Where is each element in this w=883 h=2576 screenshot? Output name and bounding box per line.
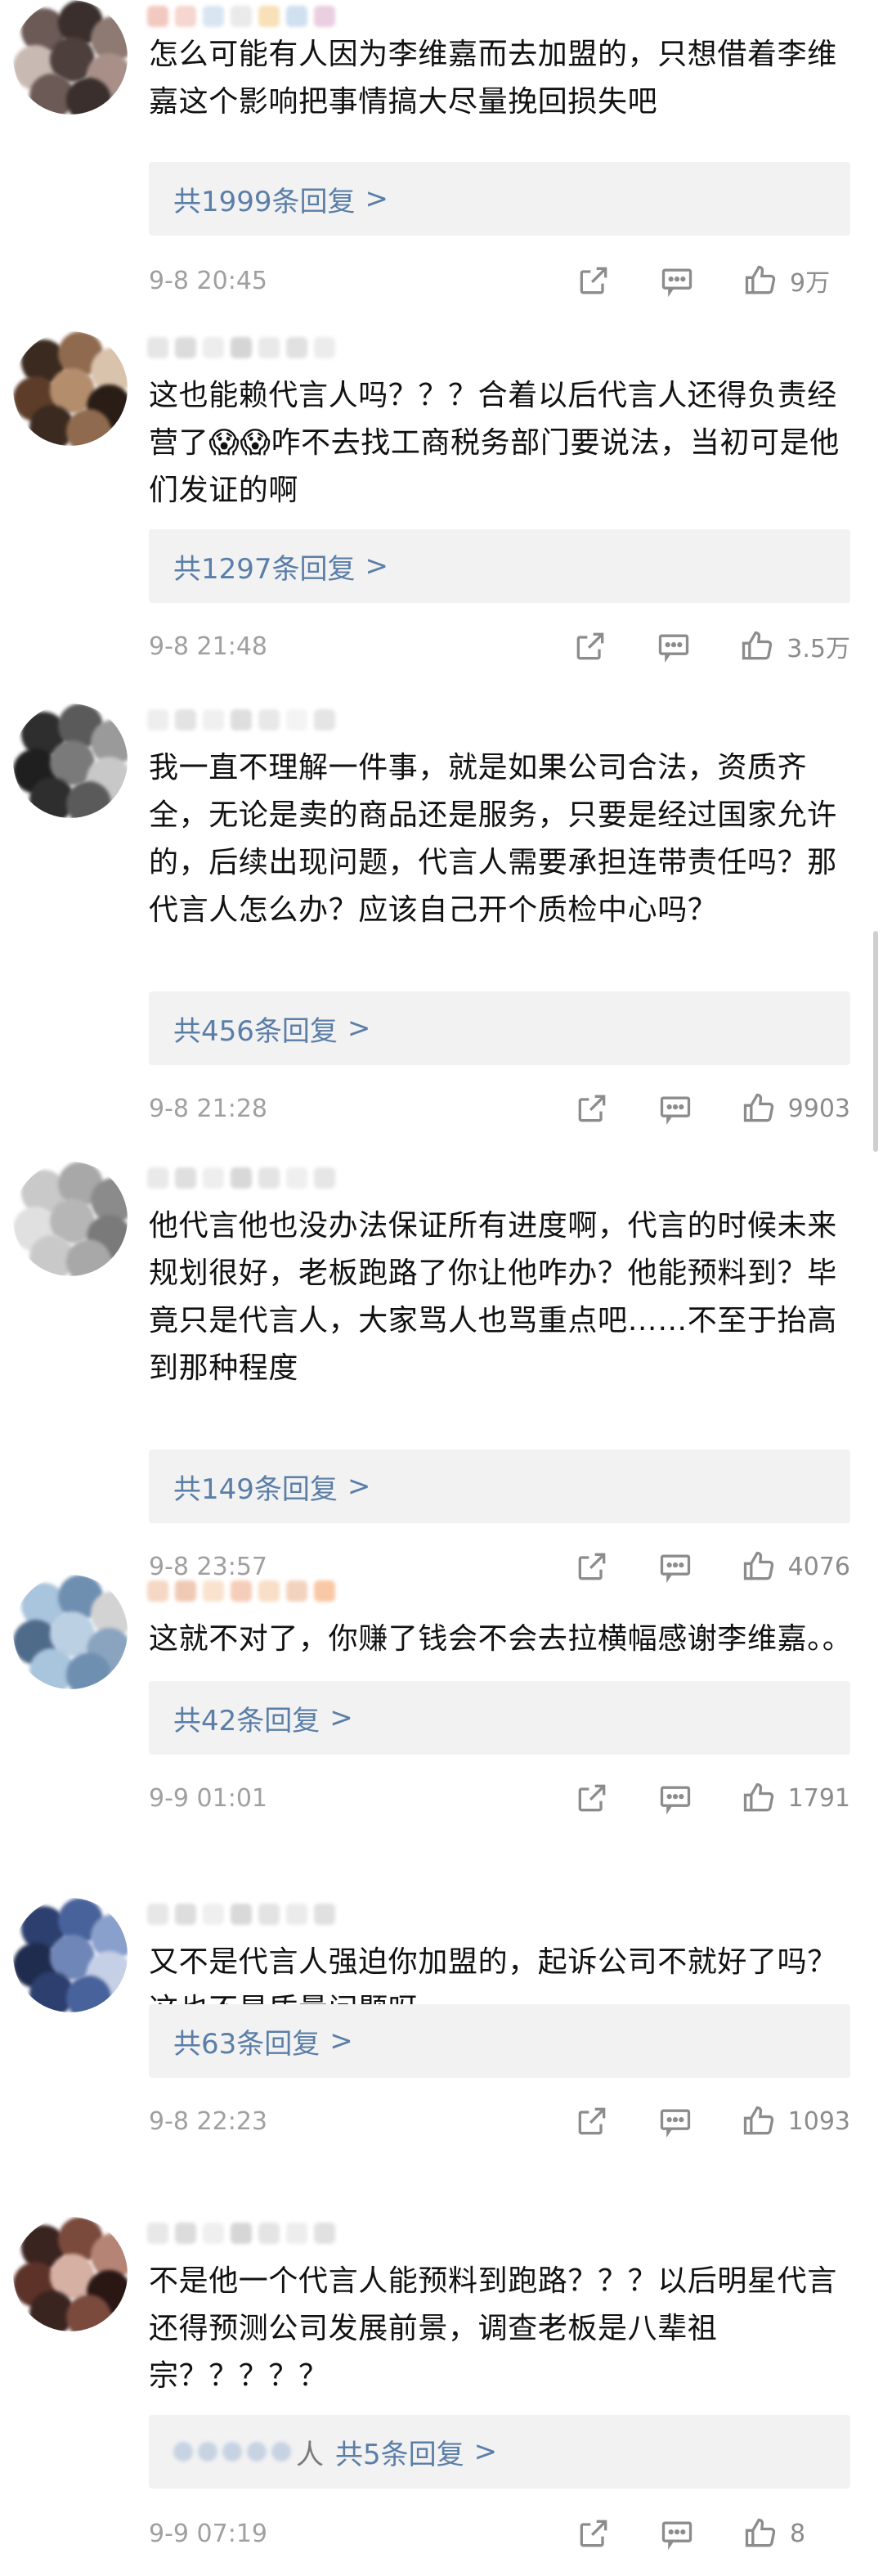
- avatar[interactable]: [13, 0, 128, 115]
- reply-count-label: 共1999条回复: [173, 185, 356, 218]
- comment-meta-row: 9-8 20:45 9万: [149, 260, 850, 301]
- username-blurred[interactable]: [147, 1575, 335, 1607]
- comment-icon[interactable]: [659, 2515, 695, 2551]
- comment-text: 不是他一个代言人能预料到跑路？？？以后明星代言还得预测公司发展前景，调查老板是八…: [149, 2264, 837, 2393]
- username-blurred[interactable]: [147, 704, 335, 736]
- username-blurred[interactable]: [147, 331, 335, 364]
- thumbs-up-icon[interactable]: [741, 1780, 777, 1816]
- view-replies-button[interactable]: 共63条回复 >: [149, 2004, 850, 2078]
- comment-icon[interactable]: [657, 1090, 693, 1126]
- comment-text: 这就不对了，你赚了钱会不会去拉横幅感谢李维嘉。。: [149, 1622, 853, 1656]
- comment-icon[interactable]: [657, 1780, 693, 1816]
- chevron-right-icon: >: [347, 1012, 371, 1045]
- avatar[interactable]: [13, 704, 128, 818]
- timestamp: 9-8 21:48: [149, 632, 267, 661]
- view-replies-button[interactable]: 共1297条回复 >: [149, 529, 850, 603]
- username-blurred[interactable]: [147, 2217, 335, 2250]
- comment-meta-row: 9-8 21:28 9903: [149, 1088, 850, 1129]
- comment-icon[interactable]: [657, 1549, 693, 1585]
- share-icon[interactable]: [574, 1549, 610, 1585]
- thumbs-up-icon[interactable]: [741, 2103, 777, 2139]
- thumbs-up-icon[interactable]: [742, 263, 778, 299]
- view-replies-button[interactable]: 共456条回复 >: [149, 991, 850, 1065]
- reply-count-label: 共1297条回复: [173, 552, 356, 586]
- thumbs-up-icon[interactable]: [741, 1090, 777, 1126]
- username-blurred[interactable]: [147, 1162, 335, 1194]
- view-replies-button[interactable]: 共149条回复 >: [149, 1450, 850, 1523]
- thumbs-up-icon[interactable]: [742, 2515, 778, 2551]
- username-blurred[interactable]: [147, 0, 335, 33]
- comment-text: 这也能赖代言人吗？？？合着以后代言人还得负责经营了😱😱咋不去找工商税务部门要说法…: [149, 379, 840, 507]
- reply-count-label: 共456条回复: [173, 1014, 338, 1048]
- share-icon[interactable]: [572, 628, 608, 664]
- chevron-right-icon: >: [365, 550, 389, 582]
- comment-meta-row: 9-9 07:19 8: [149, 2513, 850, 2554]
- like-count: 9万: [790, 269, 831, 298]
- avatar[interactable]: [13, 1898, 128, 2012]
- share-icon[interactable]: [576, 2515, 612, 2551]
- share-icon[interactable]: [574, 1780, 610, 1816]
- comment-icon[interactable]: [659, 263, 695, 299]
- username-blurred[interactable]: [147, 1898, 335, 1931]
- view-replies-button[interactable]: 共1999条回复 >: [149, 162, 850, 236]
- timestamp: 9-9 07:19: [149, 2519, 267, 2548]
- chevron-right-icon: >: [365, 182, 389, 215]
- chevron-right-icon: >: [329, 2025, 353, 2057]
- comment-meta-row: 9-9 01:01 1791: [149, 1778, 850, 1818]
- scrollbar[interactable]: [873, 931, 878, 1152]
- like-count: 1791: [787, 1783, 850, 1813]
- comment-text: 他代言他也没办法保证所有进度啊，代言的时候未来规划很好，老板跑路了你让他咋办？他…: [149, 1209, 837, 1385]
- comment-feed: 怎么可能有人因为李维嘉而去加盟的，只想借着李维嘉这个影响把事情搞大尽量挽回损失吧…: [0, 0, 883, 2576]
- chevron-right-icon: >: [329, 1702, 353, 1734]
- avatar[interactable]: [13, 1575, 128, 1689]
- timestamp: 9-8 20:45: [149, 266, 267, 295]
- reply-count-label: 共5条回复: [335, 2438, 464, 2471]
- comment-text: 怎么可能有人因为李维嘉而去加盟的，只想借着李维嘉这个影响把事情搞大尽量挽回损失吧: [149, 38, 837, 119]
- avatar[interactable]: [13, 1162, 128, 1276]
- timestamp: 9-8 21:28: [149, 1094, 267, 1123]
- view-replies-button[interactable]: 人共5条回复 >: [149, 2415, 850, 2488]
- share-icon[interactable]: [574, 2103, 610, 2139]
- timestamp: 9-9 01:01: [149, 1783, 267, 1813]
- like-count: 8: [790, 2519, 806, 2548]
- view-replies-button[interactable]: 共42条回复 >: [149, 1681, 850, 1755]
- reply-count-label: 共63条回复: [173, 2027, 320, 2061]
- comment-icon[interactable]: [656, 628, 692, 664]
- comment-icon[interactable]: [657, 2103, 693, 2139]
- comment-text: 我一直不理解一件事，就是如果公司合法，资质齐全，无论是卖的商品还是服务，只要是经…: [149, 751, 837, 927]
- avatar[interactable]: [13, 331, 128, 446]
- like-count: 1093: [787, 2106, 850, 2136]
- comment-meta-row: 9-8 21:48 3.5万: [149, 626, 850, 667]
- thumbs-up-icon[interactable]: [739, 628, 775, 664]
- chevron-right-icon: >: [473, 2435, 498, 2468]
- avatar[interactable]: [13, 2217, 128, 2331]
- timestamp: 9-8 22:23: [149, 2106, 267, 2136]
- reply-count-label: 共149条回复: [173, 1472, 338, 1506]
- chevron-right-icon: >: [347, 1470, 371, 1503]
- comment-meta-row: 9-8 22:23 1093: [149, 2101, 850, 2142]
- reply-users-blurred: [173, 2442, 291, 2461]
- like-count: 4076: [787, 1552, 850, 1581]
- like-count: 3.5万: [787, 635, 850, 663]
- thumbs-up-icon[interactable]: [741, 1549, 777, 1585]
- reply-users-suffix: 人: [296, 2438, 324, 2471]
- like-count: 9903: [787, 1094, 850, 1123]
- share-icon[interactable]: [576, 263, 612, 299]
- reply-count-label: 共42条回复: [173, 1704, 320, 1738]
- share-icon[interactable]: [574, 1090, 610, 1126]
